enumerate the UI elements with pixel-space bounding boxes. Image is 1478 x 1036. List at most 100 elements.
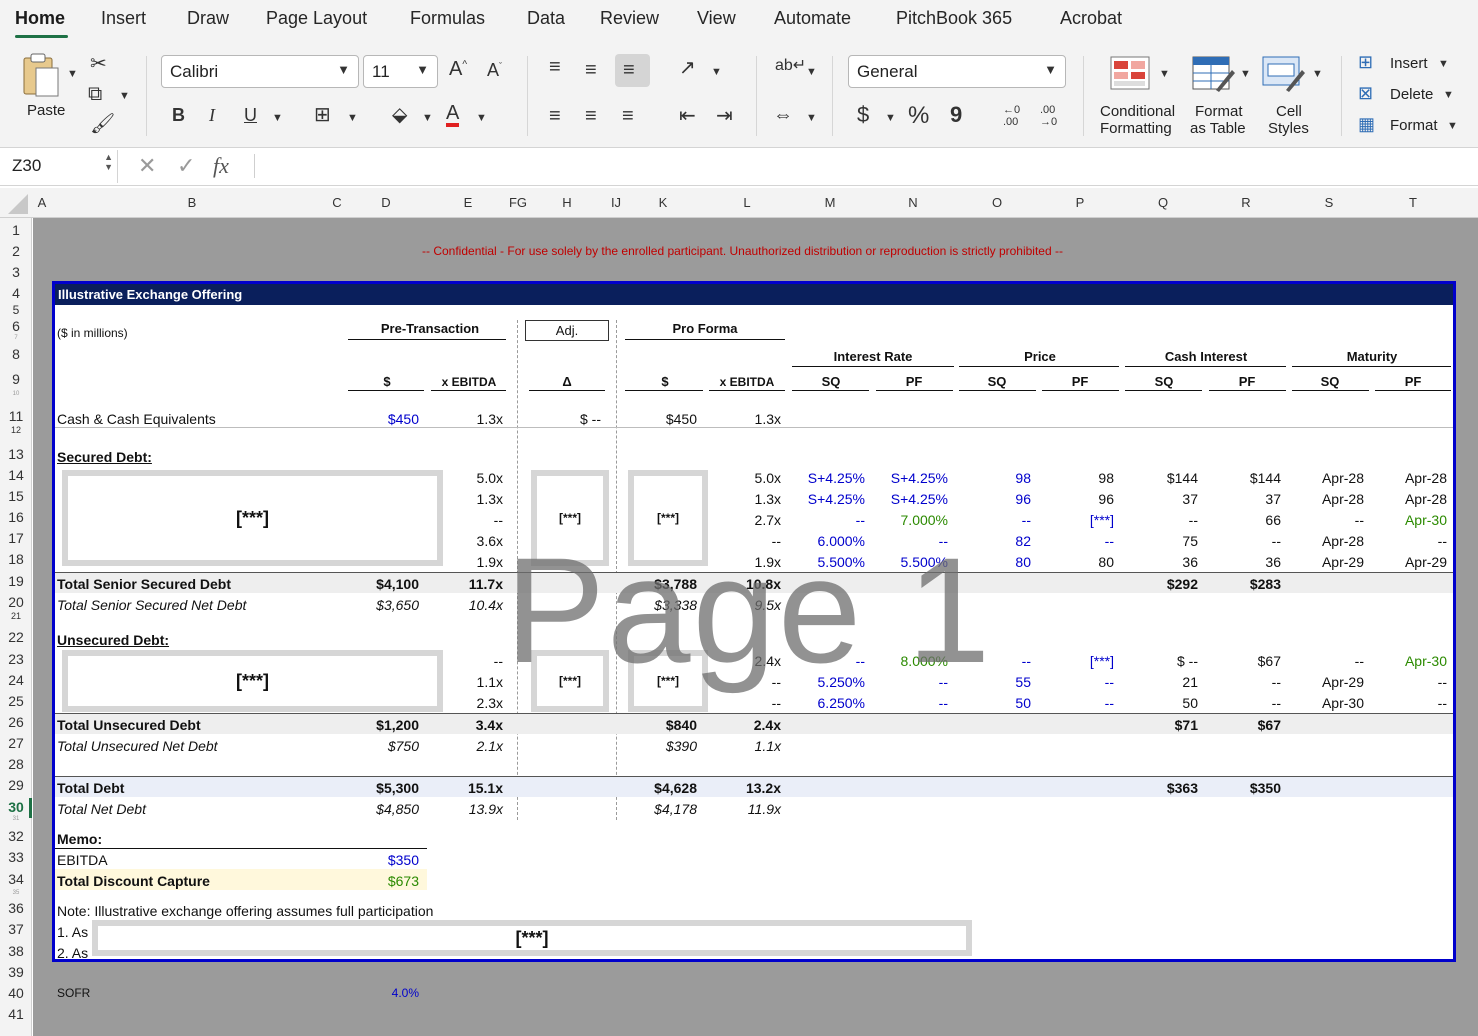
col-header-o[interactable]: O [992, 195, 1002, 210]
col-header-b[interactable]: B [188, 195, 197, 210]
print-page-1[interactable]: Illustrative Exchange Offering ($ in mil… [52, 281, 1456, 962]
row-header[interactable]: 38 [0, 943, 32, 959]
row-header[interactable]: 24 [0, 672, 32, 688]
col-header-k[interactable]: K [659, 195, 668, 210]
row-header[interactable]: 31 [0, 816, 32, 822]
row-header-active[interactable]: 30 [0, 799, 32, 815]
borders-chevron-icon[interactable]: ▼ [347, 112, 358, 124]
tab-page-layout[interactable]: Page Layout [266, 8, 367, 29]
col-header-h[interactable]: H [562, 195, 571, 210]
increase-indent-icon[interactable]: ⇥ [716, 106, 733, 126]
row-header[interactable]: 17 [0, 530, 32, 546]
row-header[interactable]: 25 [0, 693, 32, 709]
cancel-icon[interactable]: ✕ [138, 153, 156, 179]
decrease-decimal-button[interactable]: .00 →0 [1040, 104, 1057, 128]
row-header[interactable]: 6 [0, 318, 32, 334]
decrease-indent-icon[interactable]: ⇤ [679, 106, 696, 126]
copy-icon[interactable]: ⧉ [88, 84, 102, 104]
font-name-select[interactable]: Calibri ▼ [161, 55, 359, 88]
merge-chevron-icon[interactable]: ▼ [806, 112, 817, 124]
orientation-chevron-icon[interactable]: ▼ [711, 66, 722, 78]
align-bottom-button[interactable]: ≡ [615, 54, 650, 87]
tab-automate[interactable]: Automate [774, 8, 851, 29]
tab-acrobat[interactable]: Acrobat [1060, 8, 1122, 29]
col-header-p[interactable]: P [1076, 195, 1085, 210]
col-header-n[interactable]: N [908, 195, 917, 210]
col-header-a[interactable]: A [38, 195, 47, 210]
name-box[interactable]: Z30 ▲ ▼ [0, 150, 118, 183]
row-header[interactable]: 12 [0, 425, 32, 435]
col-header-l[interactable]: L [743, 195, 750, 210]
align-right-icon[interactable]: ≡ [622, 106, 634, 126]
col-header-d[interactable]: D [381, 195, 390, 210]
row-header[interactable]: 18 [0, 551, 32, 567]
tab-view[interactable]: View [697, 8, 736, 29]
row-header[interactable]: 16 [0, 509, 32, 525]
copy-chevron-icon[interactable]: ▼ [119, 90, 130, 102]
fill-color-icon[interactable]: ⬙ [392, 105, 407, 125]
currency-button[interactable]: $ [857, 104, 869, 126]
align-center-icon[interactable]: ≡ [585, 106, 597, 126]
row-header[interactable]: 2 [0, 243, 32, 259]
row-header[interactable]: 11 [0, 408, 32, 424]
row-header[interactable]: 32 [0, 828, 32, 844]
row-header[interactable]: 10 [0, 391, 32, 397]
col-header-q[interactable]: Q [1158, 195, 1168, 210]
row-header[interactable]: 13 [0, 446, 32, 462]
decrease-font-icon[interactable]: Aˇ [487, 61, 502, 79]
col-header-c[interactable]: C [332, 195, 341, 210]
col-header-s[interactable]: S [1325, 195, 1334, 210]
row-header[interactable]: 36 [0, 900, 32, 916]
underline-chevron-icon[interactable]: ▼ [272, 112, 283, 124]
row-header[interactable]: 8 [0, 346, 32, 362]
comma-button[interactable]: 9 [950, 104, 962, 126]
col-header-fg[interactable]: FG [509, 195, 527, 210]
tab-insert[interactable]: Insert [101, 8, 146, 29]
percent-button[interactable]: % [908, 104, 929, 128]
align-top-icon[interactable]: ≡ [549, 57, 561, 77]
borders-icon[interactable]: ⊞ [314, 105, 331, 125]
row-header[interactable]: 35 [0, 890, 32, 896]
row-header[interactable]: 41 [0, 1006, 32, 1022]
enter-icon[interactable]: ✓ [177, 153, 195, 179]
row-header[interactable]: 33 [0, 849, 32, 865]
row-header[interactable]: 37 [0, 921, 32, 937]
insert-function-button[interactable]: fx [213, 153, 229, 179]
row-header[interactable]: 34 [0, 871, 32, 887]
font-color-icon[interactable]: A [446, 103, 460, 127]
row-header[interactable]: 29 [0, 777, 32, 793]
increase-decimal-button[interactable]: ←0 .00 [1003, 104, 1020, 128]
number-format-select[interactable]: General ▼ [848, 55, 1066, 88]
row-header[interactable]: 27 [0, 735, 32, 751]
row-header[interactable]: 3 [0, 264, 32, 280]
wrap-text-icon[interactable]: ab↵ [775, 58, 806, 74]
col-header-m[interactable]: M [825, 195, 836, 210]
col-header-t[interactable]: T [1409, 195, 1417, 210]
col-header-r[interactable]: R [1241, 195, 1250, 210]
row-header[interactable]: 22 [0, 629, 32, 645]
tab-data[interactable]: Data [527, 8, 565, 29]
tab-formulas[interactable]: Formulas [410, 8, 485, 29]
row-header[interactable]: 5 [0, 303, 32, 317]
row-header[interactable]: 26 [0, 714, 32, 730]
row-header[interactable]: 23 [0, 651, 32, 667]
select-all-icon[interactable] [0, 188, 32, 218]
row-header[interactable]: 15 [0, 488, 32, 504]
col-header-ij[interactable]: IJ [611, 195, 621, 210]
increase-font-icon[interactable]: A^ [449, 59, 467, 79]
italic-button[interactable]: I [209, 106, 215, 124]
row-header[interactable]: 9 [0, 371, 32, 387]
align-left-icon[interactable]: ≡ [549, 106, 561, 126]
row-header[interactable]: 20 [0, 594, 32, 610]
cut-icon[interactable]: ✂ [90, 54, 107, 74]
tab-review[interactable]: Review [600, 8, 659, 29]
merge-icon[interactable]: ⇔ [773, 105, 793, 125]
row-header[interactable]: 7 [0, 335, 32, 341]
row-header[interactable]: 28 [0, 756, 32, 772]
font-color-chevron-icon[interactable]: ▼ [476, 112, 487, 124]
fill-chevron-icon[interactable]: ▼ [422, 112, 433, 124]
currency-chevron-icon[interactable]: ▼ [885, 112, 896, 124]
font-size-select[interactable]: 11 ▼ [363, 55, 438, 88]
row-header[interactable]: 14 [0, 467, 32, 483]
row-header[interactable]: 1 [0, 222, 32, 238]
